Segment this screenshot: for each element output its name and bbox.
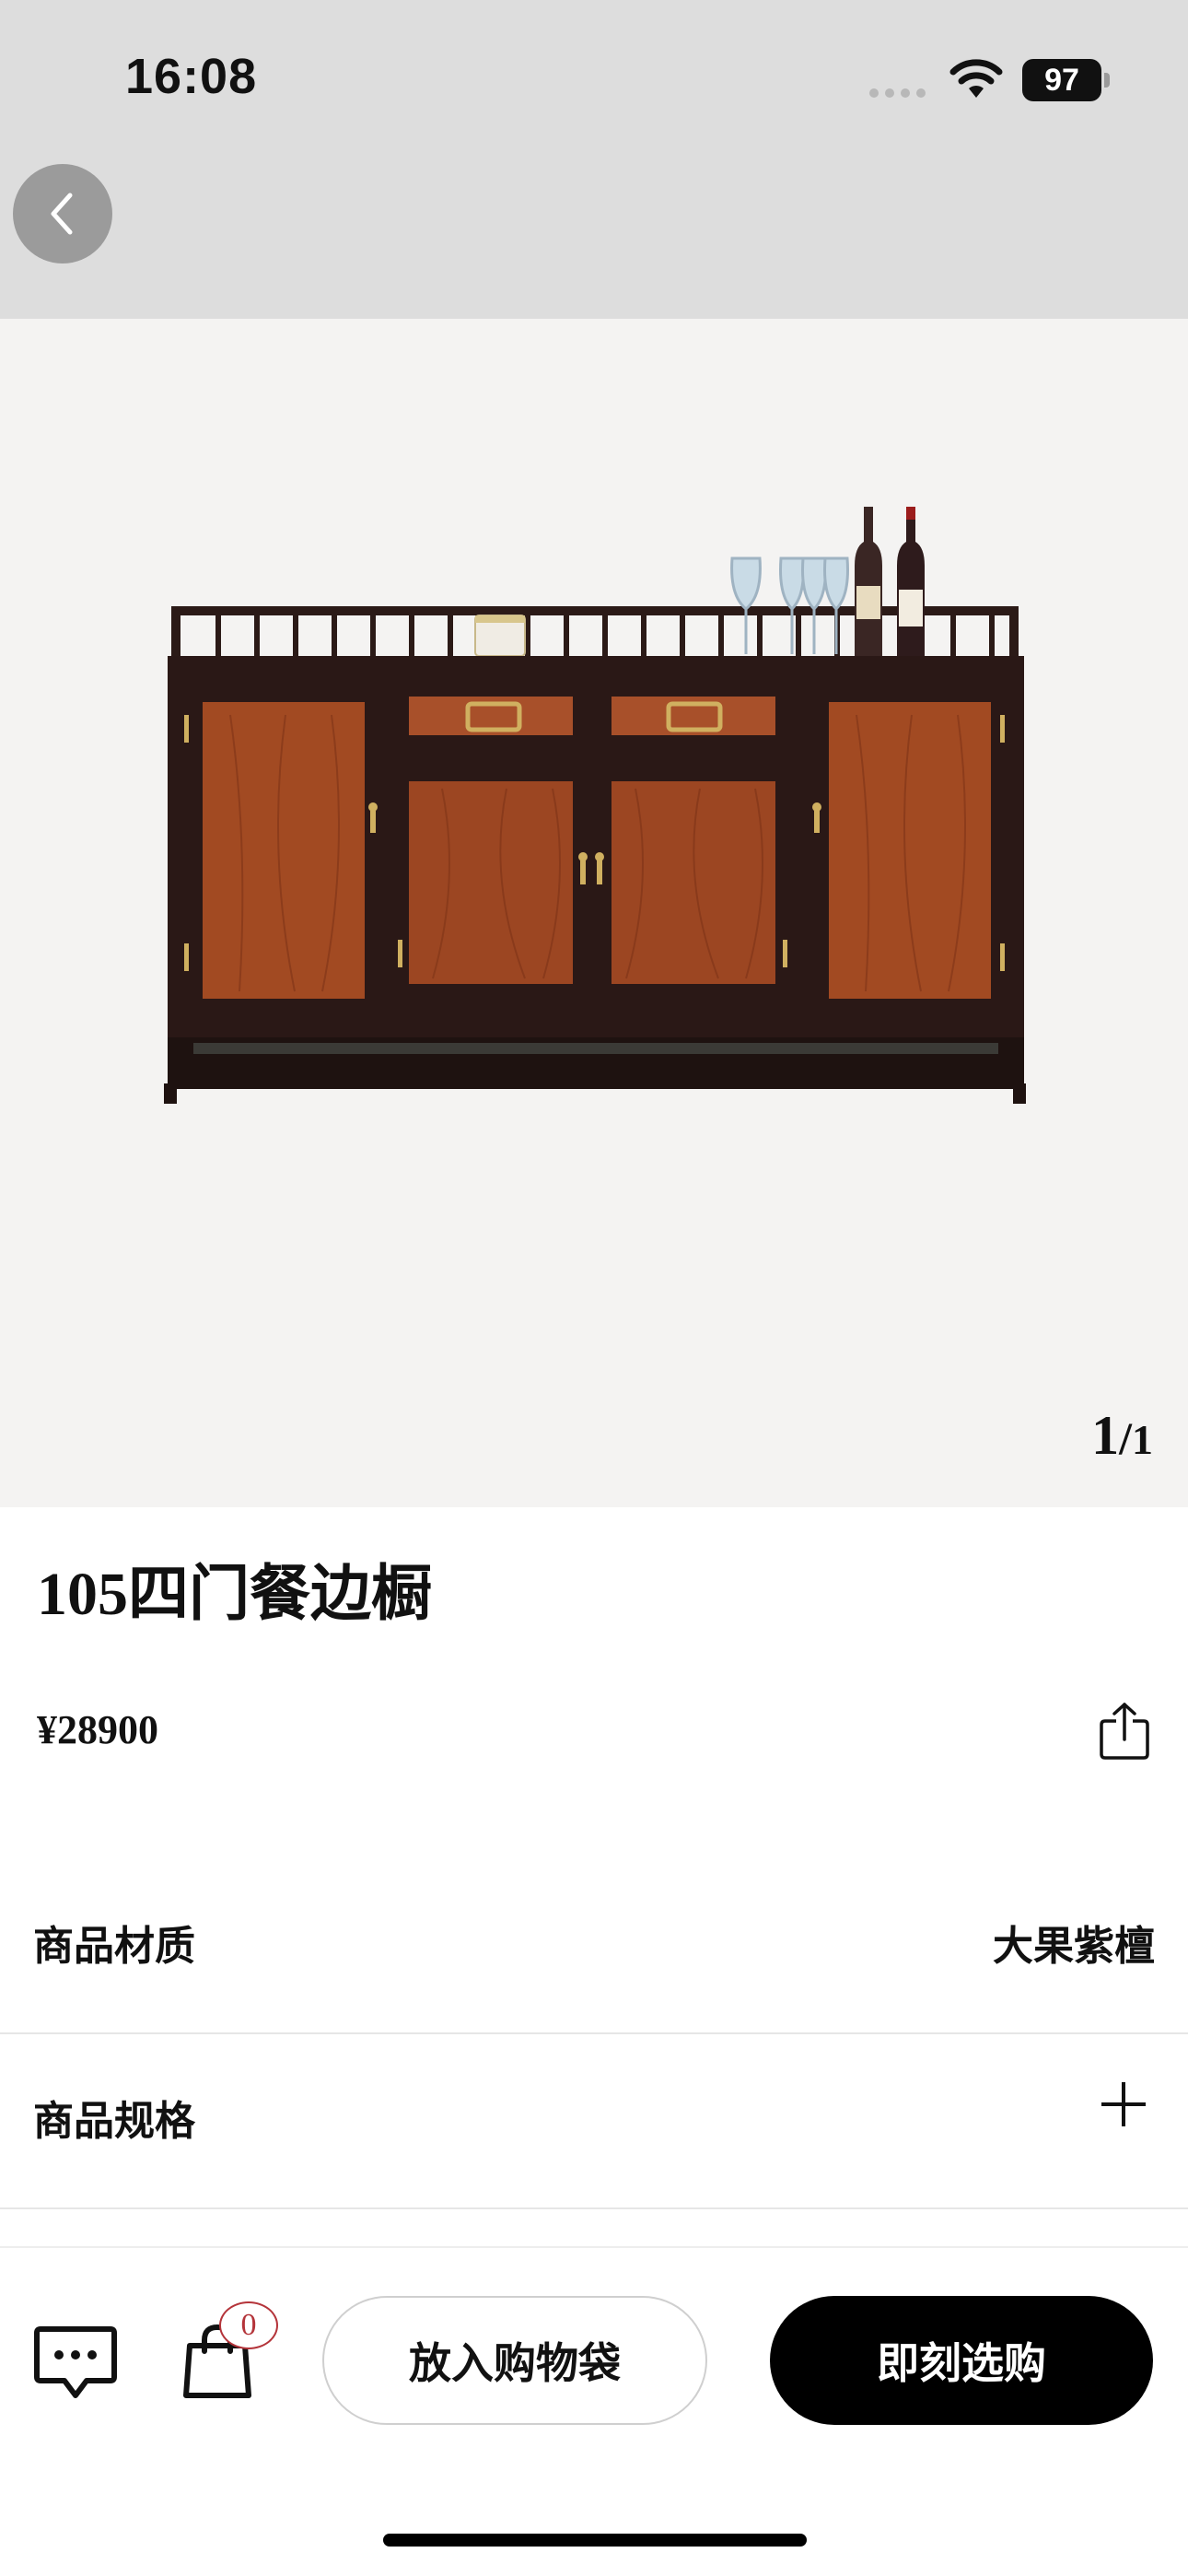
sideboard-image xyxy=(164,507,1026,1104)
product-price: ¥28900 xyxy=(37,1707,158,1752)
product-gallery[interactable]: 1/1 xyxy=(0,319,1188,1507)
material-label: 商品材质 xyxy=(33,1924,195,1969)
shopping-bag-button[interactable]: 0 xyxy=(181,2301,285,2412)
status-time: 16:08 xyxy=(125,49,258,104)
bag-count-badge: 0 xyxy=(219,2301,278,2349)
bottom-action-bar: 0 放入购物袋 即刻选购 xyxy=(0,2246,1188,2576)
image-counter-current: 1 xyxy=(1091,1405,1120,1466)
wifi-icon xyxy=(949,59,1003,98)
chevron-left-icon xyxy=(51,193,73,235)
add-to-bag-button[interactable]: 放入购物袋 xyxy=(322,2296,707,2425)
battery-level: 97 xyxy=(1022,59,1101,101)
share-icon[interactable] xyxy=(1096,1701,1153,1762)
image-counter: 1/1 xyxy=(1091,1404,1153,1468)
image-counter-separator: / xyxy=(1119,1412,1132,1464)
signal-dots-icon xyxy=(869,88,926,98)
image-counter-total: 1 xyxy=(1132,1416,1153,1463)
battery-icon: 97 xyxy=(1022,59,1111,101)
back-button[interactable] xyxy=(13,164,112,263)
material-value: 大果紫檀 xyxy=(993,1924,1155,1969)
spec-row[interactable]: 商品规格 xyxy=(0,2018,1188,2209)
plus-icon[interactable] xyxy=(1098,2078,1149,2130)
home-indicator[interactable] xyxy=(383,2534,807,2547)
spec-label: 商品规格 xyxy=(33,2099,195,2144)
status-bar: 16:08 97 xyxy=(0,0,1188,319)
buy-now-button[interactable]: 即刻选购 xyxy=(770,2296,1153,2425)
material-row: 商品材质 大果紫檀 xyxy=(0,1843,1188,2034)
product-title: 105四门餐边橱 xyxy=(37,1561,432,1628)
chat-icon[interactable] xyxy=(33,2324,118,2403)
